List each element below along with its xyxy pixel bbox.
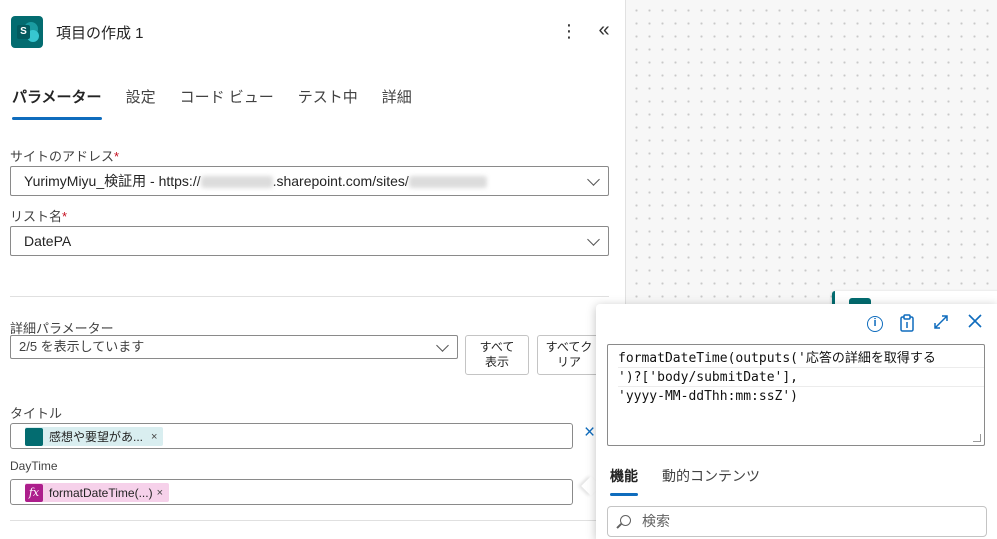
- sharepoint-logo-icon: S: [11, 16, 43, 48]
- divider: [10, 520, 609, 521]
- chevron-down-icon: [436, 339, 449, 352]
- tab-dynamic-content[interactable]: 動的コンテンツ: [662, 466, 760, 496]
- panel-tabs: パラメーター 設定 コード ビュー テスト中 詳細: [12, 88, 412, 120]
- code-line: ')?['body/submitDate'],: [618, 368, 984, 387]
- expression-textarea[interactable]: formatDateTime(outputs('応答の詳細を取得する ')?['…: [607, 344, 985, 446]
- more-vertical-icon[interactable]: ⋮: [560, 20, 578, 42]
- double-chevron-left-icon[interactable]: «: [594, 20, 614, 42]
- expression-editor-popup: i formatDateTime(outputs('応答の詳細を取得する ')?…: [596, 304, 997, 539]
- remove-token-icon[interactable]: ×: [151, 431, 157, 443]
- tab-functions[interactable]: 機能: [610, 466, 638, 496]
- site-address-label: サイトのアドレス*: [10, 149, 120, 164]
- show-all-button[interactable]: すべて 表示: [465, 335, 529, 375]
- chevron-down-icon: [587, 233, 600, 246]
- title-label: タイトル: [10, 406, 63, 421]
- tab-details[interactable]: 詳細: [382, 88, 412, 120]
- expand-icon[interactable]: [931, 314, 951, 334]
- function-icon: fx: [25, 483, 43, 502]
- forms-icon: [25, 427, 43, 446]
- advanced-parameters-dropdown[interactable]: 2/5 を表示しています: [10, 335, 458, 359]
- clear-all-button[interactable]: すべてク リア: [537, 335, 601, 375]
- dynamic-content-token[interactable]: 感想や要望があ... ×: [25, 427, 164, 446]
- daytime-input[interactable]: fx formatDateTime(...) ×: [10, 479, 573, 505]
- action-config-panel: S 項目の作成 1 ⋮ « パラメーター 設定 コード ビュー テスト中 詳細 …: [0, 0, 626, 539]
- divider: [10, 296, 609, 297]
- site-address-dropdown[interactable]: YurimyMiyu_検証用 - https://.sharepoint.com…: [10, 166, 609, 196]
- info-icon[interactable]: i: [867, 316, 883, 332]
- redacted-text: [408, 176, 487, 189]
- list-name-label: リスト名*: [10, 209, 68, 224]
- tab-settings[interactable]: 設定: [126, 88, 156, 120]
- resize-handle[interactable]: [973, 434, 981, 442]
- search-icon: [620, 515, 631, 526]
- close-icon[interactable]: [965, 314, 985, 334]
- panel-title[interactable]: 項目の作成 1: [56, 22, 144, 43]
- daytime-label: DayTime: [10, 459, 58, 473]
- popup-tabs: 機能 動的コンテンツ: [610, 466, 760, 496]
- function-search-input[interactable]: 検索: [607, 506, 987, 537]
- title-input[interactable]: 感想や要望があ... ×: [10, 423, 573, 449]
- code-line: 'yyyy-MM-ddThh:mm:ssZ'): [618, 389, 799, 404]
- close-icon[interactable]: ×: [584, 422, 595, 444]
- tab-code-view[interactable]: コード ビュー: [180, 88, 274, 120]
- expression-token[interactable]: fx formatDateTime(...) ×: [25, 483, 170, 502]
- code-line: formatDateTime(outputs('応答の詳細を取得する: [618, 349, 984, 368]
- clipboard-icon[interactable]: [897, 314, 917, 334]
- chevron-down-icon: [587, 173, 600, 186]
- popup-toolbar: i: [867, 314, 985, 334]
- list-name-dropdown[interactable]: DatePA: [10, 226, 609, 256]
- remove-token-icon[interactable]: ×: [157, 487, 163, 499]
- tab-testing[interactable]: テスト中: [298, 88, 358, 120]
- tab-parameters[interactable]: パラメーター: [12, 88, 102, 120]
- redacted-text: [200, 176, 273, 189]
